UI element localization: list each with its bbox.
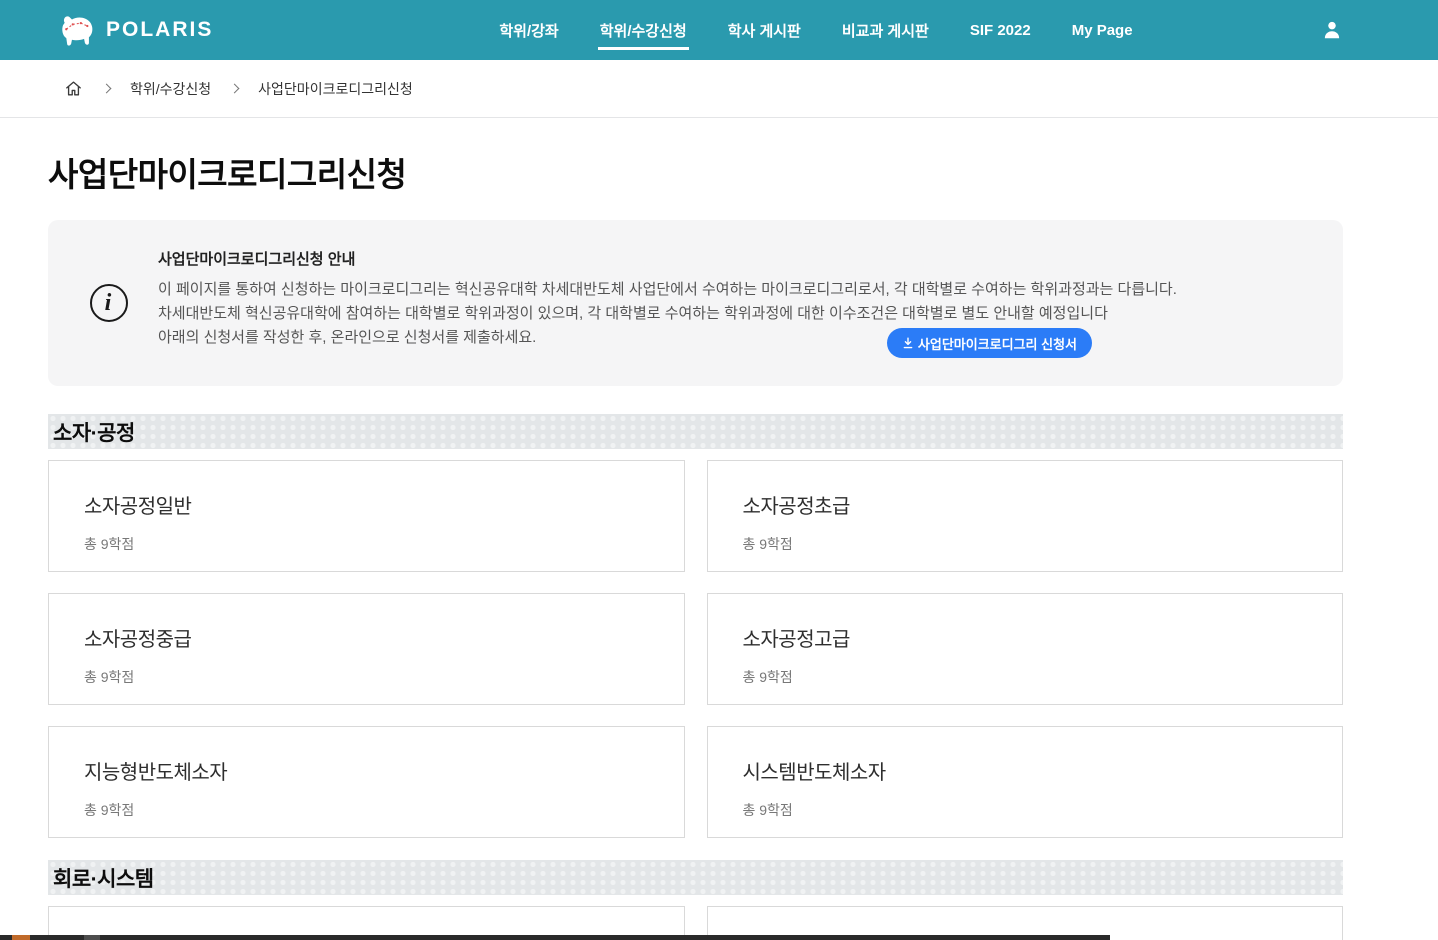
breadcrumb-item[interactable]: 학위/수강신청 <box>130 79 211 99</box>
brand-name: POLARIS <box>106 18 213 42</box>
bottom-edge-orange-segment <box>12 935 30 940</box>
info-icon: i <box>90 284 128 322</box>
notice-line-1: 이 페이지를 통하여 신청하는 마이크로디그리는 혁신공유대학 차세대반도체 사… <box>158 278 1303 302</box>
person-icon <box>1321 19 1343 41</box>
nav-item[interactable]: SIF 2022 <box>970 22 1031 39</box>
nav-item[interactable]: My Page <box>1072 22 1133 39</box>
degree-card-credits: 총 9학점 <box>84 534 664 554</box>
user-button[interactable] <box>1321 19 1343 41</box>
degree-card-title: 소자공정일반 <box>84 490 664 519</box>
degree-card-title: 소자공정초급 <box>743 490 1323 519</box>
page-title: 사업단마이크로디그리신청 <box>48 148 1343 196</box>
polar-bear-icon <box>55 12 97 48</box>
nav-item[interactable]: 학위/강좌 <box>499 20 558 41</box>
notice-line-3: 아래의 신청서를 작성한 후, 온라인으로 신청서를 제출하세요. <box>158 326 1303 350</box>
degree-card-title: 소자공정중급 <box>84 623 664 652</box>
degree-card[interactable]: 소자공정중급 총 9학점 <box>48 593 685 705</box>
bottom-edge-artifact <box>0 935 1110 940</box>
degree-card-title: 소자공정고급 <box>743 623 1323 652</box>
degree-card-title: 시스템반도체소자 <box>743 756 1323 785</box>
nav-item[interactable]: 학사 게시판 <box>728 20 801 41</box>
main-content: 사업단마이크로디그리신청 i 사업단마이크로디그리신청 안내 이 페이지를 통하… <box>0 148 1438 940</box>
breadcrumb-item: 사업단마이크로디그리신청 <box>258 79 413 99</box>
notice-line-2: 차세대반도체 혁신공유대학에 참여하는 대학별로 학위과정이 있으며, 각 대학… <box>158 302 1303 326</box>
degree-card[interactable]: 소자공정초급 총 9학점 <box>707 460 1344 572</box>
download-icon <box>902 337 914 349</box>
degree-card-credits: 총 9학점 <box>743 667 1323 687</box>
polaris-logo[interactable]: POLARIS <box>55 12 213 48</box>
download-button-label: 사업단마이크로디그리 신청서 <box>918 334 1077 353</box>
section-header: 회로·시스템 <box>48 860 1343 895</box>
main-nav: 학위/강좌 학위/수강신청 학사 게시판 비교과 게시판 SIF 2022 My Page <box>499 20 1132 41</box>
degree-card[interactable]: 지능형반도체소자 총 9학점 <box>48 726 685 838</box>
home-icon[interactable] <box>64 79 83 98</box>
degree-card-title: 지능형반도체소자 <box>84 756 664 785</box>
application-form-download-button[interactable]: 사업단마이크로디그리 신청서 <box>887 328 1092 358</box>
degree-card[interactable]: 소자공정고급 총 9학점 <box>707 593 1344 705</box>
degree-section: 회로·시스템 회로시스템일반 회로시스템초급 <box>48 860 1343 940</box>
degree-card[interactable]: 시스템반도체소자 총 9학점 <box>707 726 1344 838</box>
degree-section: 소자·공정 소자공정일반 총 9학점 소자공정초급 총 9학점 소자공정중급 총… <box>48 414 1343 838</box>
notice-box: i 사업단마이크로디그리신청 안내 이 페이지를 통하여 신청하는 마이크로디그… <box>48 220 1343 386</box>
breadcrumb: 학위/수강신청 사업단마이크로디그리신청 <box>0 60 1438 118</box>
section-header: 소자·공정 <box>48 414 1343 449</box>
degree-card-credits: 총 9학점 <box>743 800 1323 820</box>
nav-item[interactable]: 비교과 게시판 <box>842 20 929 41</box>
bottom-edge-gray-segment <box>84 935 100 940</box>
degree-sections: 소자·공정 소자공정일반 총 9학점 소자공정초급 총 9학점 소자공정중급 총… <box>48 414 1343 940</box>
card-grid: 소자공정일반 총 9학점 소자공정초급 총 9학점 소자공정중급 총 9학점 소… <box>48 460 1343 838</box>
degree-card[interactable]: 소자공정일반 총 9학점 <box>48 460 685 572</box>
degree-card-credits: 총 9학점 <box>84 667 664 687</box>
degree-card-credits: 총 9학점 <box>84 800 664 820</box>
nav-item[interactable]: 학위/수강신청 <box>600 20 687 41</box>
chevron-right-icon <box>230 83 240 93</box>
section-title: 소자·공정 <box>53 417 135 447</box>
section-title: 회로·시스템 <box>53 863 154 893</box>
notice-title: 사업단마이크로디그리신청 안내 <box>158 248 1303 269</box>
chevron-right-icon <box>102 83 112 93</box>
degree-card-credits: 총 9학점 <box>743 534 1323 554</box>
topbar: POLARIS 학위/강좌 학위/수강신청 학사 게시판 비교과 게시판 SIF 202… <box>0 0 1438 60</box>
